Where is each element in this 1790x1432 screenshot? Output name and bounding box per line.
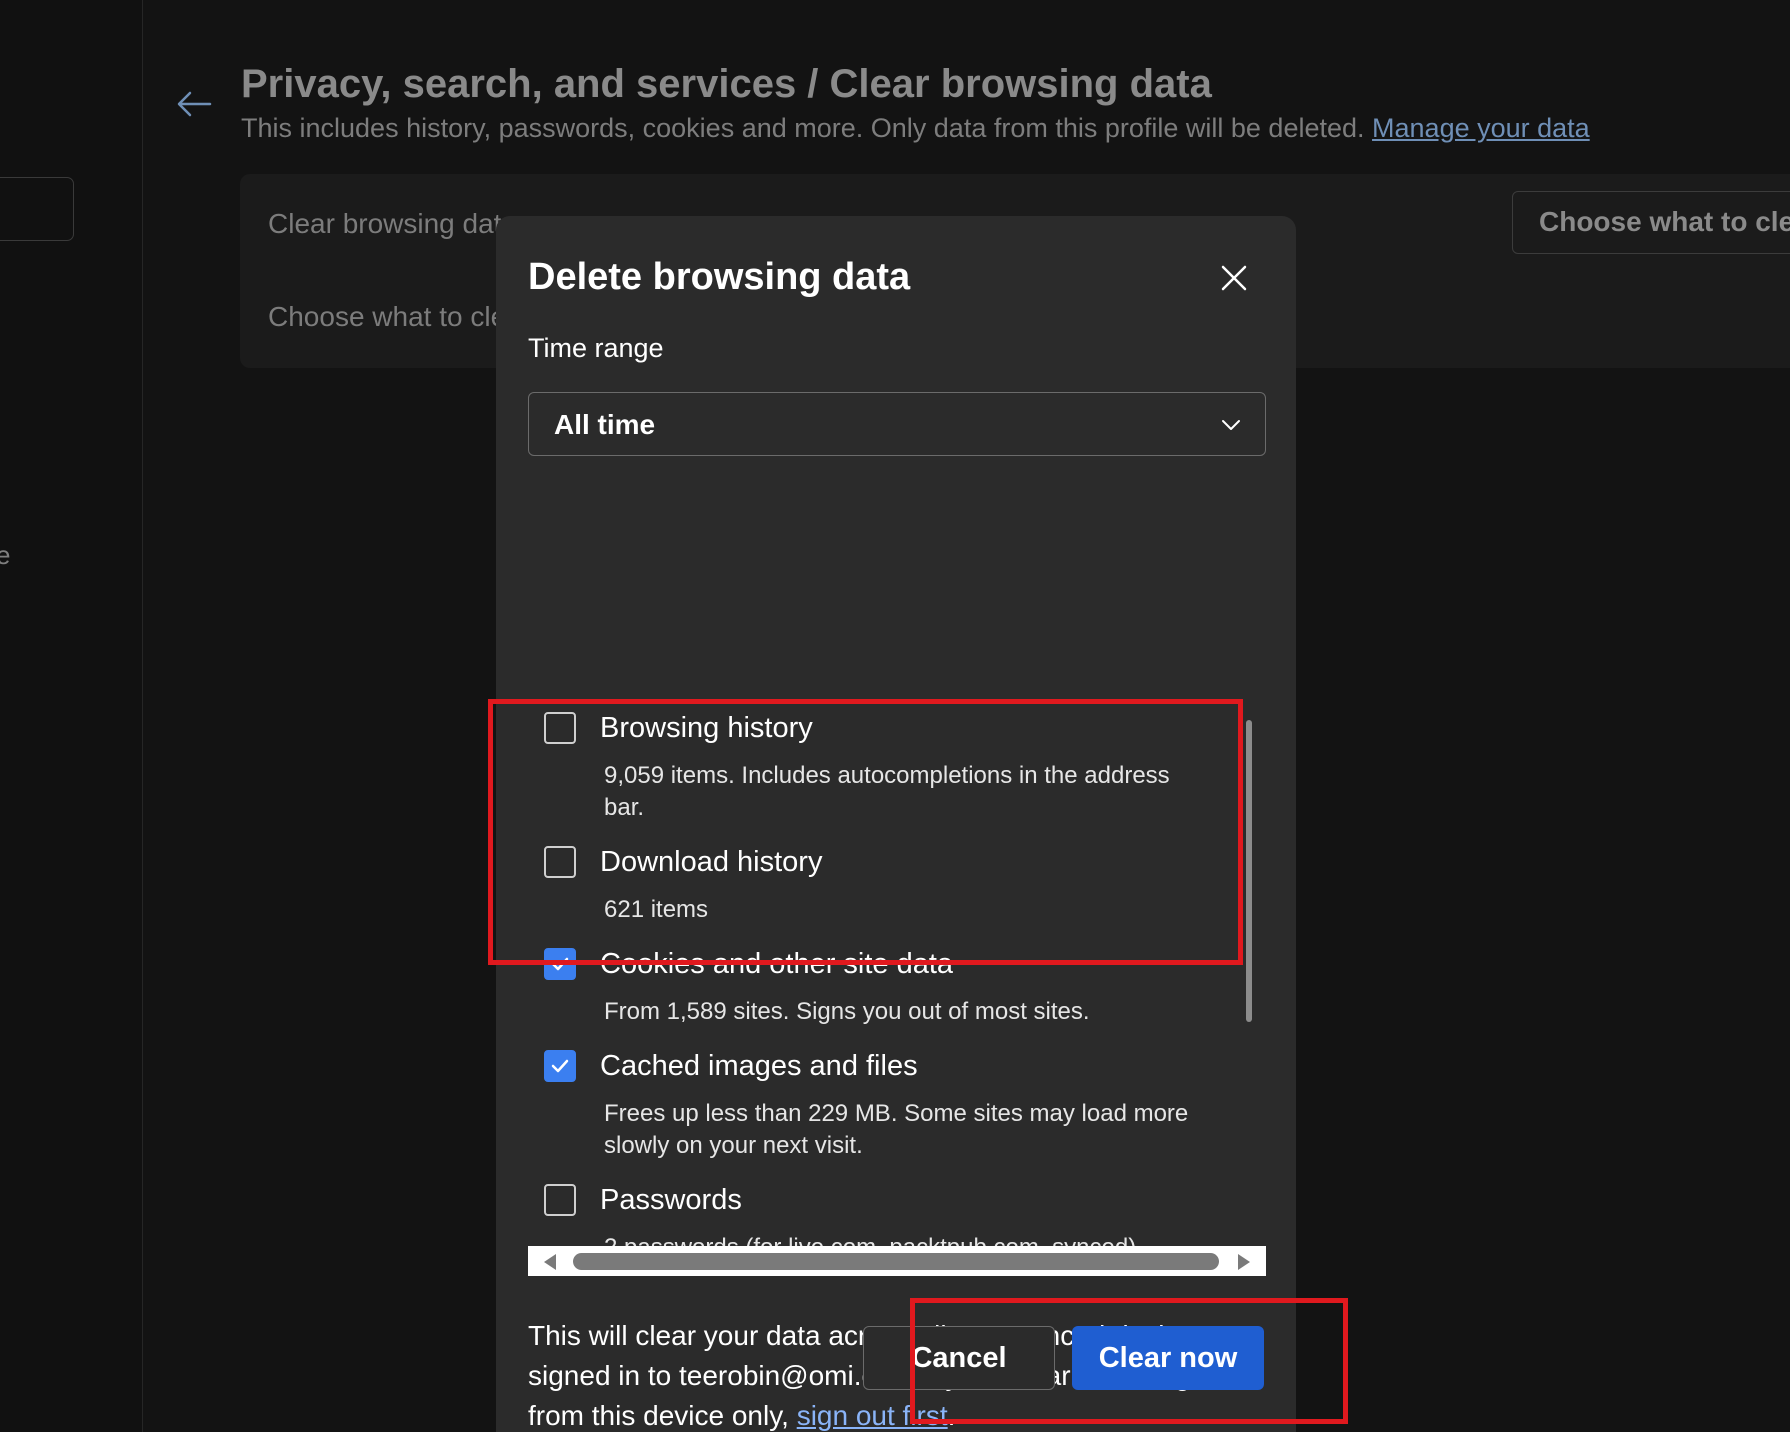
close-button[interactable] <box>1214 258 1254 298</box>
scroll-right-arrow-icon[interactable] <box>1238 1254 1250 1270</box>
download-history-checkbox[interactable] <box>544 846 576 878</box>
page: e Privacy, search, and services / Clear … <box>0 0 1790 1432</box>
clear-now-button[interactable]: Clear now <box>1072 1326 1264 1390</box>
choose-what-to-clear-button[interactable]: Choose what to clea <box>1512 191 1790 254</box>
cookies-desc: From 1,589 sites. Signs you out of most … <box>604 998 1090 1025</box>
checkmark-icon <box>551 957 569 971</box>
cookies-label: Cookies and other site data <box>600 948 954 980</box>
card-row-choose: Choose what to cle <box>268 301 507 332</box>
rail-item-fragment: e <box>0 540 11 570</box>
rail-search-box[interactable] <box>0 177 74 241</box>
cookies-checkbox[interactable] <box>544 948 576 980</box>
cached-images-checkbox[interactable] <box>544 1050 576 1082</box>
cached-images-label: Cached images and files <box>600 1050 918 1082</box>
page-title: Privacy, search, and services / Clear br… <box>241 62 1212 106</box>
checkmark-icon <box>551 1059 569 1073</box>
card-row-clear-now: Clear browsing dat <box>268 208 502 239</box>
scroll-left-arrow-icon[interactable] <box>544 1254 556 1270</box>
list-scrollbar[interactable] <box>1246 720 1252 1022</box>
chevron-down-icon <box>1222 420 1240 430</box>
sign-out-first-link[interactable]: sign out first <box>797 1400 948 1431</box>
manage-your-data-link[interactable]: Manage your data <box>1372 113 1590 143</box>
sync-note-end: . <box>947 1400 956 1431</box>
download-history-label: Download history <box>600 846 823 878</box>
left-navigation-rail: e <box>0 0 143 1432</box>
horizontal-scrollbar[interactable] <box>528 1246 1266 1276</box>
cancel-button[interactable]: Cancel <box>863 1326 1055 1390</box>
horizontal-scroll-thumb[interactable] <box>573 1253 1219 1270</box>
time-range-value: All time <box>554 409 656 440</box>
dialog-title: Delete browsing data <box>528 256 911 298</box>
browsing-history-desc: 9,059 items. Includes autocompletions in… <box>604 762 1170 821</box>
cached-images-desc: Frees up less than 229 MB. Some sites ma… <box>604 1100 1189 1159</box>
download-history-desc: 621 items <box>604 896 709 923</box>
passwords-label: Passwords <box>600 1184 742 1216</box>
passwords-checkbox[interactable] <box>544 1184 576 1216</box>
close-icon <box>1221 265 1247 291</box>
browsing-history-label: Browsing history <box>600 712 813 744</box>
browsing-history-checkbox[interactable] <box>544 712 576 744</box>
time-range-label: Time range <box>528 333 664 363</box>
data-type-list: Browsing history 9,059 items. Includes a… <box>496 486 1296 1296</box>
time-range-select[interactable]: All time <box>528 392 1266 456</box>
back-arrow-icon[interactable] <box>174 84 214 124</box>
page-subtitle: This includes history, passwords, cookie… <box>241 113 1590 144</box>
page-subtitle-text: This includes history, passwords, cookie… <box>241 113 1365 143</box>
